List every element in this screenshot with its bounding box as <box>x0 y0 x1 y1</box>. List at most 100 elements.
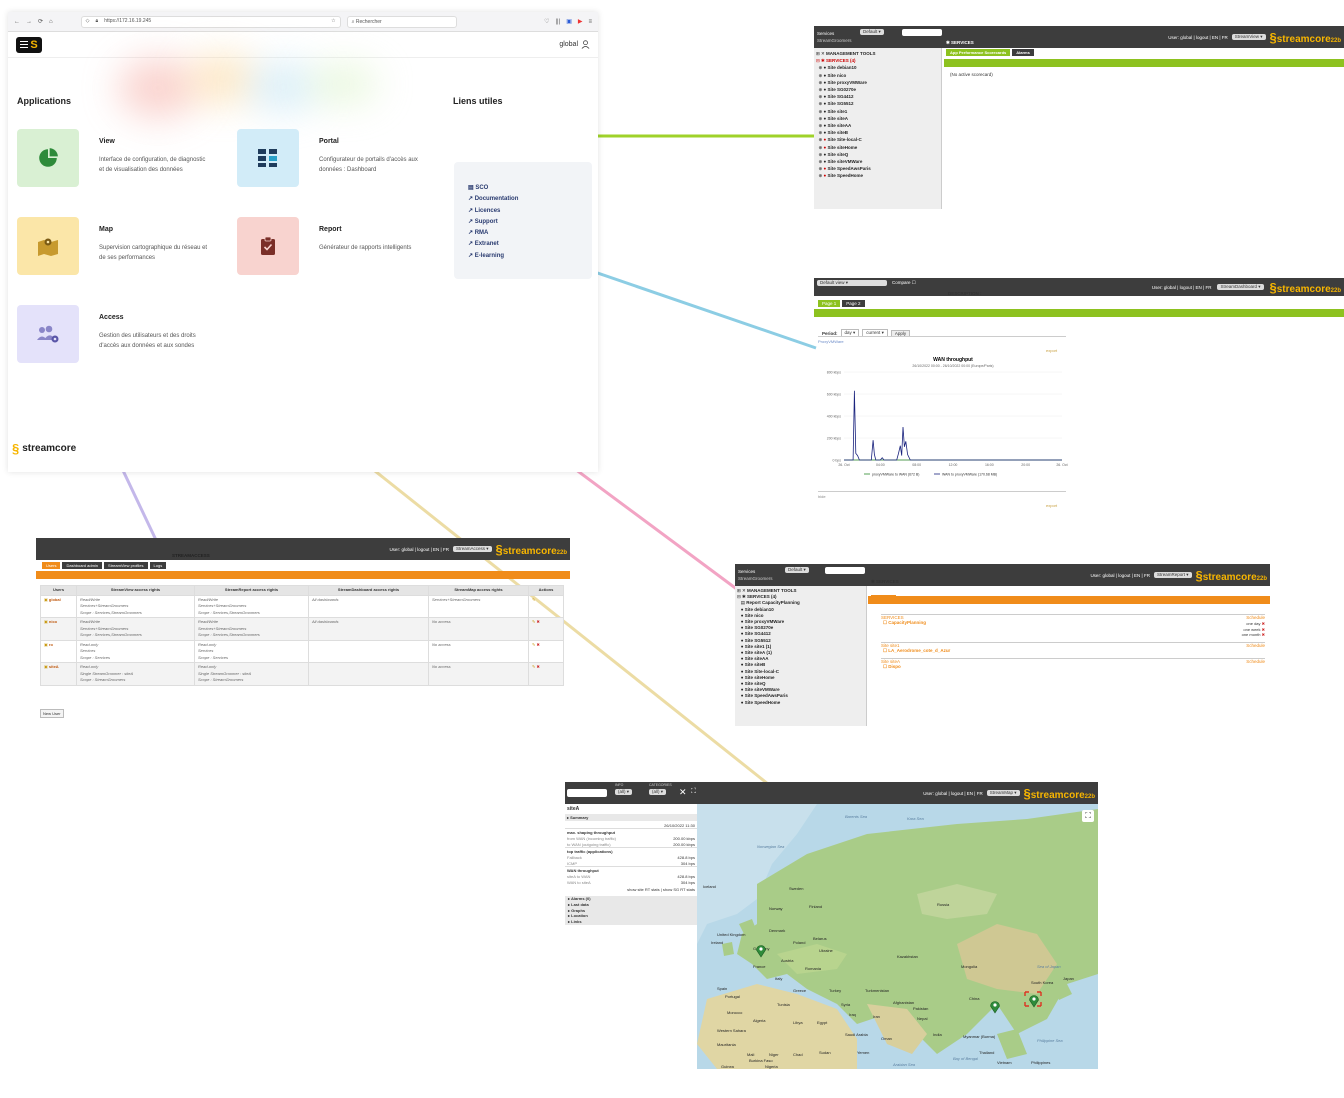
report-title[interactable]: Report <box>319 226 342 233</box>
user-menu[interactable]: global <box>559 40 590 49</box>
export-link[interactable]: export <box>1046 348 1057 353</box>
portal-tile[interactable] <box>237 129 299 187</box>
delete-icon[interactable]: ✖ <box>536 642 539 647</box>
report-default-select[interactable]: Default ▾ <box>785 567 809 573</box>
period-option[interactable]: one month ✖ <box>1242 632 1265 638</box>
link-support[interactable]: ↗ Support <box>468 218 578 229</box>
report-item[interactable]: ☐ LA_Aerodrome_cote_d_Azur <box>881 648 1265 654</box>
tab-logs[interactable]: Logs <box>149 562 167 569</box>
user-cell[interactable]: ▣ siteA <box>40 662 77 686</box>
fullscreen-icon[interactable]: ⛶ <box>691 788 696 796</box>
report-item[interactable]: ☐ Dispo <box>881 664 1265 670</box>
map-fullscreen-button[interactable]: ⛶ <box>1082 810 1094 822</box>
app-select[interactable]: StreamDashboard ▾ <box>1217 284 1264 290</box>
stats-link[interactable]: show site RT stats | show SG RT stats <box>565 885 697 894</box>
delete-icon[interactable]: ✖ <box>536 619 539 624</box>
edit-icon[interactable]: ✎ <box>532 642 535 647</box>
tree-site[interactable]: ⊕ ● Site siteQ <box>816 151 939 158</box>
compare-toggle[interactable]: Compare ☐ <box>892 280 916 286</box>
menu-icon[interactable]: ≡ <box>588 19 592 25</box>
report-search-input[interactable] <box>825 567 865 574</box>
reload-icon[interactable]: ⟳ <box>38 18 43 25</box>
tree-site[interactable]: ⊕ ● Site debian10 <box>816 64 939 71</box>
new-user-button[interactable]: New User <box>40 709 64 718</box>
user-cell[interactable]: ▣ nico <box>40 617 77 641</box>
link-documentation[interactable]: ↗ Documentation <box>468 195 578 206</box>
site-marker-icon[interactable] <box>755 944 767 958</box>
tab-users[interactable]: Users <box>42 562 61 569</box>
view-default-select[interactable]: Default ▾ <box>860 29 884 35</box>
tab-page2[interactable]: Page 2 <box>842 300 865 307</box>
tree-mgmt[interactable]: ⊞ ✕ MANAGEMENT TOOLS <box>816 50 939 57</box>
tree-site[interactable]: ⊕ ● Site nico <box>816 72 939 79</box>
edit-icon[interactable]: ✎ <box>532 664 535 669</box>
tree-site[interactable]: ⊕ ● Site siteA <box>816 115 939 122</box>
user-cell[interactable]: ▣ global <box>40 594 77 618</box>
app-select[interactable]: StreamMap ▾ <box>986 790 1020 796</box>
user-bar[interactable]: User: global | logout | EN | FR <box>923 791 983 796</box>
home-icon[interactable]: ⌂ <box>49 19 53 25</box>
user-bar[interactable]: User: global | logout | EN | FR <box>1090 573 1150 578</box>
access-tile[interactable] <box>17 305 79 363</box>
map-title[interactable]: Map <box>99 226 113 233</box>
tab-scorecards[interactable]: App Performance Scorecards <box>946 49 1011 56</box>
link-rma[interactable]: ↗ RMA <box>468 229 578 240</box>
tree-item[interactable]: ● Site SpeedHome <box>737 700 864 706</box>
view-tile[interactable] <box>17 129 79 187</box>
app-select[interactable]: StreamAccess ▾ <box>452 546 492 552</box>
schedule-link[interactable]: Schedule <box>1246 643 1265 648</box>
delete-icon[interactable]: ✖ <box>536 664 539 669</box>
search-icon[interactable]: ⌕ <box>601 788 605 796</box>
link-licences[interactable]: ↗ Licences <box>468 207 578 218</box>
browser-search[interactable]: ⌕ Rechercher <box>346 15 457 28</box>
portal-title[interactable]: Portal <box>319 138 339 145</box>
extension-icon[interactable]: ▣ <box>566 18 572 25</box>
view-search-input[interactable] <box>902 29 942 36</box>
site-marker-icon[interactable] <box>989 1000 1001 1014</box>
tree-site[interactable]: ⊕ ● Site Site-local-C <box>816 136 939 143</box>
categories-select[interactable]: (all) ▾ <box>649 789 667 795</box>
report-item[interactable]: ☐ CapacityPlanning <box>881 620 1265 626</box>
tab-streamview-profiles[interactable]: StreamView profiles <box>104 562 148 569</box>
tree-site[interactable]: ⊕ ● Site site1 <box>816 108 939 115</box>
url-bar[interactable]: ◇ 🔒︎ https://172.16.19.245 ☆ <box>80 15 341 28</box>
tree-site[interactable]: ⊕ ● Site SpeedHome <box>816 172 939 179</box>
tree-site[interactable]: ⊕ ● Site SpeedAwsParis <box>816 165 939 172</box>
forward-icon[interactable]: → <box>26 19 32 25</box>
access-title[interactable]: Access <box>99 314 124 321</box>
tab-dashboard-admin[interactable]: Dashboard admin <box>62 562 103 569</box>
map-tile[interactable] <box>17 217 79 275</box>
app-select[interactable]: StreamView ▾ <box>1231 34 1266 40</box>
tree-site[interactable]: ⊕ ● Site siteVMWare <box>816 158 939 165</box>
tree-services[interactable]: ⊟ ✱ SERVICES (4) <box>816 57 939 64</box>
info-select[interactable]: (all) ▾ <box>615 789 633 795</box>
pocket-icon[interactable]: ♡ <box>544 18 549 25</box>
link-extranet[interactable]: ↗ Extranet <box>468 240 578 251</box>
export-link-bottom[interactable]: export <box>1046 503 1057 508</box>
user-bar[interactable]: User: global | logout | EN | FR <box>1152 285 1212 290</box>
library-icon[interactable]: ||| <box>556 19 561 25</box>
tree-site[interactable]: ⊕ ● Site SG4412 <box>816 93 939 100</box>
tree-site[interactable]: ⊕ ● Site SG0270e <box>816 86 939 93</box>
map-collapsed-section[interactable]: ▸ Links <box>565 919 697 925</box>
tab-page1[interactable]: Page 1 <box>818 300 841 307</box>
default-view-select[interactable]: Default view ▾ <box>817 280 887 286</box>
user-bar[interactable]: User: global | logout | EN | FR <box>1168 35 1228 40</box>
user-bar[interactable]: User: global | logout | EN | FR <box>389 547 449 552</box>
user-cell[interactable]: ▣ ro <box>40 639 77 663</box>
summary-section[interactable]: ▸ Summary <box>565 814 697 821</box>
edit-icon[interactable]: ✎ <box>532 597 535 602</box>
world-map[interactable]: Barents Sea Kara Sea Norwegian Sea Iceland S… <box>697 804 1098 1069</box>
view-title[interactable]: View <box>99 138 115 145</box>
back-icon[interactable]: ← <box>14 19 20 25</box>
report-tile[interactable] <box>237 217 299 275</box>
link-elearning[interactable]: ↗ E-learning <box>468 252 578 263</box>
schedule-link[interactable]: Schedule <box>1246 659 1265 664</box>
tree-site[interactable]: ⊕ ● Site proxyVMWare <box>816 79 939 86</box>
alarm-cluster-icon[interactable] <box>1023 990 1043 1008</box>
tree-site[interactable]: ⊕ ● Site siteAA <box>816 122 939 129</box>
addon-icon[interactable]: ▶ <box>578 18 583 25</box>
link-sco[interactable]: ▤ SCO <box>468 184 578 195</box>
tools-icon[interactable]: ✕ <box>679 787 687 798</box>
tree-site[interactable]: ⊕ ● Site siteHome <box>816 144 939 151</box>
